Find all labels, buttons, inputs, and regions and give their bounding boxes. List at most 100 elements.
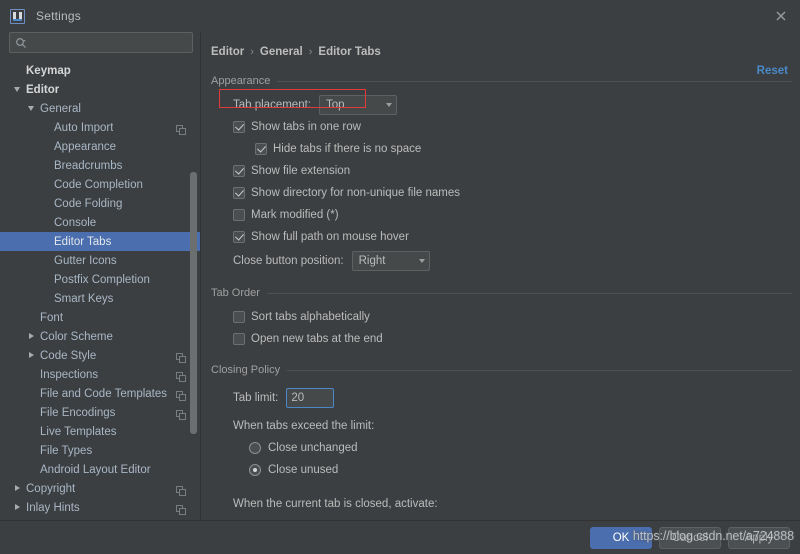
checkbox-open-new-tabs-at-end[interactable] (233, 333, 245, 345)
checkbox-show-full-path-on-hover[interactable] (233, 231, 245, 243)
sidebar-item-code-folding[interactable]: Code Folding (0, 194, 200, 213)
checkbox-show-directory-non-unique[interactable] (233, 187, 245, 199)
sidebar-item-label: File Types (40, 444, 93, 457)
sidebar-item-keymap[interactable]: Keymap (0, 61, 200, 80)
closing-policy-section-title: Closing Policy (211, 364, 281, 376)
close-button-position-row: Close button position: Right (211, 251, 792, 271)
sidebar-item-live-templates[interactable]: Live Templates (0, 422, 200, 441)
checkbox-row-mark-modified[interactable]: Mark modified (*) (211, 205, 792, 225)
sidebar-item-code-completion[interactable]: Code Completion (0, 175, 200, 194)
checkbox-row-sort-tabs-alphabetically[interactable]: Sort tabs alphabetically (211, 307, 792, 327)
checkbox-row-hide-tabs-if-no-space[interactable]: Hide tabs if there is no space (211, 139, 792, 159)
checkbox-sort-tabs-alphabetically[interactable] (233, 311, 245, 323)
exceed-limit-label-row: When tabs exceed the limit: (211, 416, 792, 436)
breadcrumb-item-0[interactable]: Editor (211, 46, 244, 58)
checkbox-mark-modified[interactable] (233, 209, 245, 221)
tab-limit-input[interactable] (286, 388, 335, 408)
sidebar-item-file-encodings[interactable]: File Encodings (0, 403, 200, 422)
breadcrumb-item-1[interactable]: General (260, 46, 303, 58)
close-icon[interactable] (774, 9, 788, 23)
sidebar-item-label: Postfix Completion (54, 273, 150, 286)
sidebar-item-label: Gutter Icons (54, 254, 117, 267)
ok-button[interactable]: OK (590, 526, 652, 549)
sidebar-item-android-layout-editor[interactable]: Android Layout Editor (0, 460, 200, 479)
sidebar-item-gutter-icons[interactable]: Gutter Icons (0, 251, 200, 270)
sidebar-item-file-and-code-templates[interactable]: File and Code Templates (0, 384, 200, 403)
checkbox-label: Show file extension (251, 165, 351, 177)
sidebar-item-file-types[interactable]: File Types (0, 441, 200, 460)
sidebar-item-inlay-hints[interactable]: Inlay Hints (0, 498, 200, 517)
sidebar-item-color-scheme[interactable]: Color Scheme (0, 327, 200, 346)
sidebar-item-postfix-completion[interactable]: Postfix Completion (0, 270, 200, 289)
radio-close-unused[interactable] (249, 464, 261, 476)
appearance-section: Appearance Tab placement: Top Show tabs … (201, 73, 800, 271)
sidebar-item-label: Code Completion (54, 178, 143, 191)
checkbox-show-file-extension[interactable] (233, 165, 245, 177)
sidebar-item-font[interactable]: Font (0, 308, 200, 327)
checkbox-label: Show full path on mouse hover (251, 231, 409, 243)
sidebar-item-label: Color Scheme (40, 330, 113, 343)
chevron-right-icon[interactable] (14, 503, 23, 512)
checkbox-label: Show tabs in one row (251, 121, 361, 133)
sidebar-item-label: Keymap (26, 64, 71, 77)
sidebar-item-label: Auto Import (54, 121, 114, 134)
chevron-down-icon[interactable] (28, 104, 37, 113)
search-input[interactable] (30, 36, 187, 49)
tab-placement-dropdown[interactable]: Top (319, 95, 397, 115)
sidebar-item-console[interactable]: Console (0, 213, 200, 232)
checkbox-label: Mark modified (*) (251, 209, 339, 221)
chevron-down-icon[interactable] (14, 85, 23, 94)
sidebar-item-label: Smart Keys (54, 292, 114, 305)
cancel-button[interactable]: Cancel (659, 526, 721, 549)
settings-tree[interactable]: Keymap Editor General Auto Import Appearance… (0, 61, 200, 520)
sidebar-item-copyright[interactable]: Copyright (0, 479, 200, 498)
settings-window: Settings Keymap Editor General Auto Impo… (0, 0, 800, 554)
chevron-right-icon[interactable] (14, 484, 23, 493)
sidebar-item-editor[interactable]: Editor (0, 80, 200, 99)
search-icon (15, 37, 27, 49)
radio-close-unchanged[interactable] (249, 442, 261, 454)
radio-row-close-unchanged[interactable]: Close unchanged (211, 438, 792, 458)
intellij-idea-icon (10, 8, 25, 24)
tab-limit-row: Tab limit: (211, 388, 792, 408)
sidebar-item-appearance[interactable]: Appearance (0, 137, 200, 156)
tab-limit-label: Tab limit: (233, 392, 279, 404)
sidebar-scrollbar-track[interactable] (190, 32, 197, 520)
checkbox-show-tabs-in-one-row[interactable] (233, 121, 245, 133)
title-bar: Settings (0, 0, 800, 32)
checkbox-hide-tabs-if-no-space[interactable] (255, 143, 267, 155)
search-box[interactable] (9, 32, 193, 53)
sidebar-item-code-style[interactable]: Code Style (0, 346, 200, 365)
sidebar-item-editor-tabs[interactable]: Editor Tabs (0, 232, 200, 251)
sidebar-item-label: Code Folding (54, 197, 123, 210)
sidebar-scrollbar-thumb[interactable] (190, 172, 197, 434)
sidebar-item-auto-import[interactable]: Auto Import (0, 118, 200, 137)
checkbox-row-show-full-path[interactable]: Show full path on mouse hover (211, 227, 792, 247)
checkbox-row-show-file-extension[interactable]: Show file extension (211, 161, 792, 181)
breadcrumb-separator: › (250, 46, 254, 58)
tab-order-section-title: Tab Order (211, 287, 260, 299)
sidebar-item-smart-keys[interactable]: Smart Keys (0, 289, 200, 308)
apply-button[interactable]: Apply (728, 526, 790, 549)
checkbox-label: Hide tabs if there is no space (273, 143, 422, 155)
sidebar-item-general[interactable]: General (0, 99, 200, 118)
breadcrumb-separator: › (308, 46, 313, 58)
reset-link[interactable]: Reset (757, 65, 788, 77)
checkbox-row-show-tabs-in-one-row[interactable]: Show tabs in one row (211, 117, 792, 137)
sidebar-item-breadcrumbs[interactable]: Breadcrumbs (0, 156, 200, 175)
chevron-right-icon[interactable] (28, 332, 37, 341)
radio-row-close-unused[interactable]: Close unused (211, 460, 792, 480)
sidebar-item-inspections[interactable]: Inspections (0, 365, 200, 384)
close-button-position-dropdown[interactable]: Right (351, 251, 430, 271)
tab-placement-row: Tab placement: Top (211, 95, 792, 115)
chevron-right-icon[interactable] (28, 351, 37, 360)
checkbox-row-open-new-tabs-at-end[interactable]: Open new tabs at the end (211, 329, 792, 349)
checkbox-row-show-directory-non-unique[interactable]: Show directory for non-unique file names (211, 183, 792, 203)
